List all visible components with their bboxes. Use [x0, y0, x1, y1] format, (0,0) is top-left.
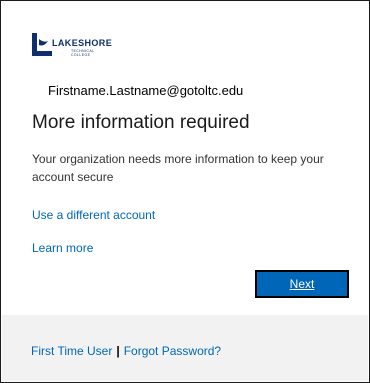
use-different-account-link[interactable]: Use a different account: [32, 208, 155, 222]
footer-links: First Time User | Forgot Password?: [31, 344, 221, 358]
page-description: Your organization needs more information…: [32, 152, 324, 184]
next-button[interactable]: Next: [255, 270, 349, 298]
account-email: Firstname.Lastname@gotoltc.edu: [48, 83, 244, 98]
page-title: More information required: [32, 112, 250, 133]
logo-subtitle-2: COLLEGE: [71, 53, 91, 57]
logo-mark-icon: [32, 33, 52, 56]
forgot-password-link[interactable]: Forgot Password?: [124, 344, 221, 358]
college-logo: LAKESHORE TECHNICAL COLLEGE: [32, 33, 142, 63]
logo-wordmark: LAKESHORE: [52, 38, 113, 48]
footer-separator: |: [116, 344, 120, 358]
learn-more-link[interactable]: Learn more: [32, 241, 93, 255]
first-time-user-link[interactable]: First Time User: [31, 344, 112, 358]
